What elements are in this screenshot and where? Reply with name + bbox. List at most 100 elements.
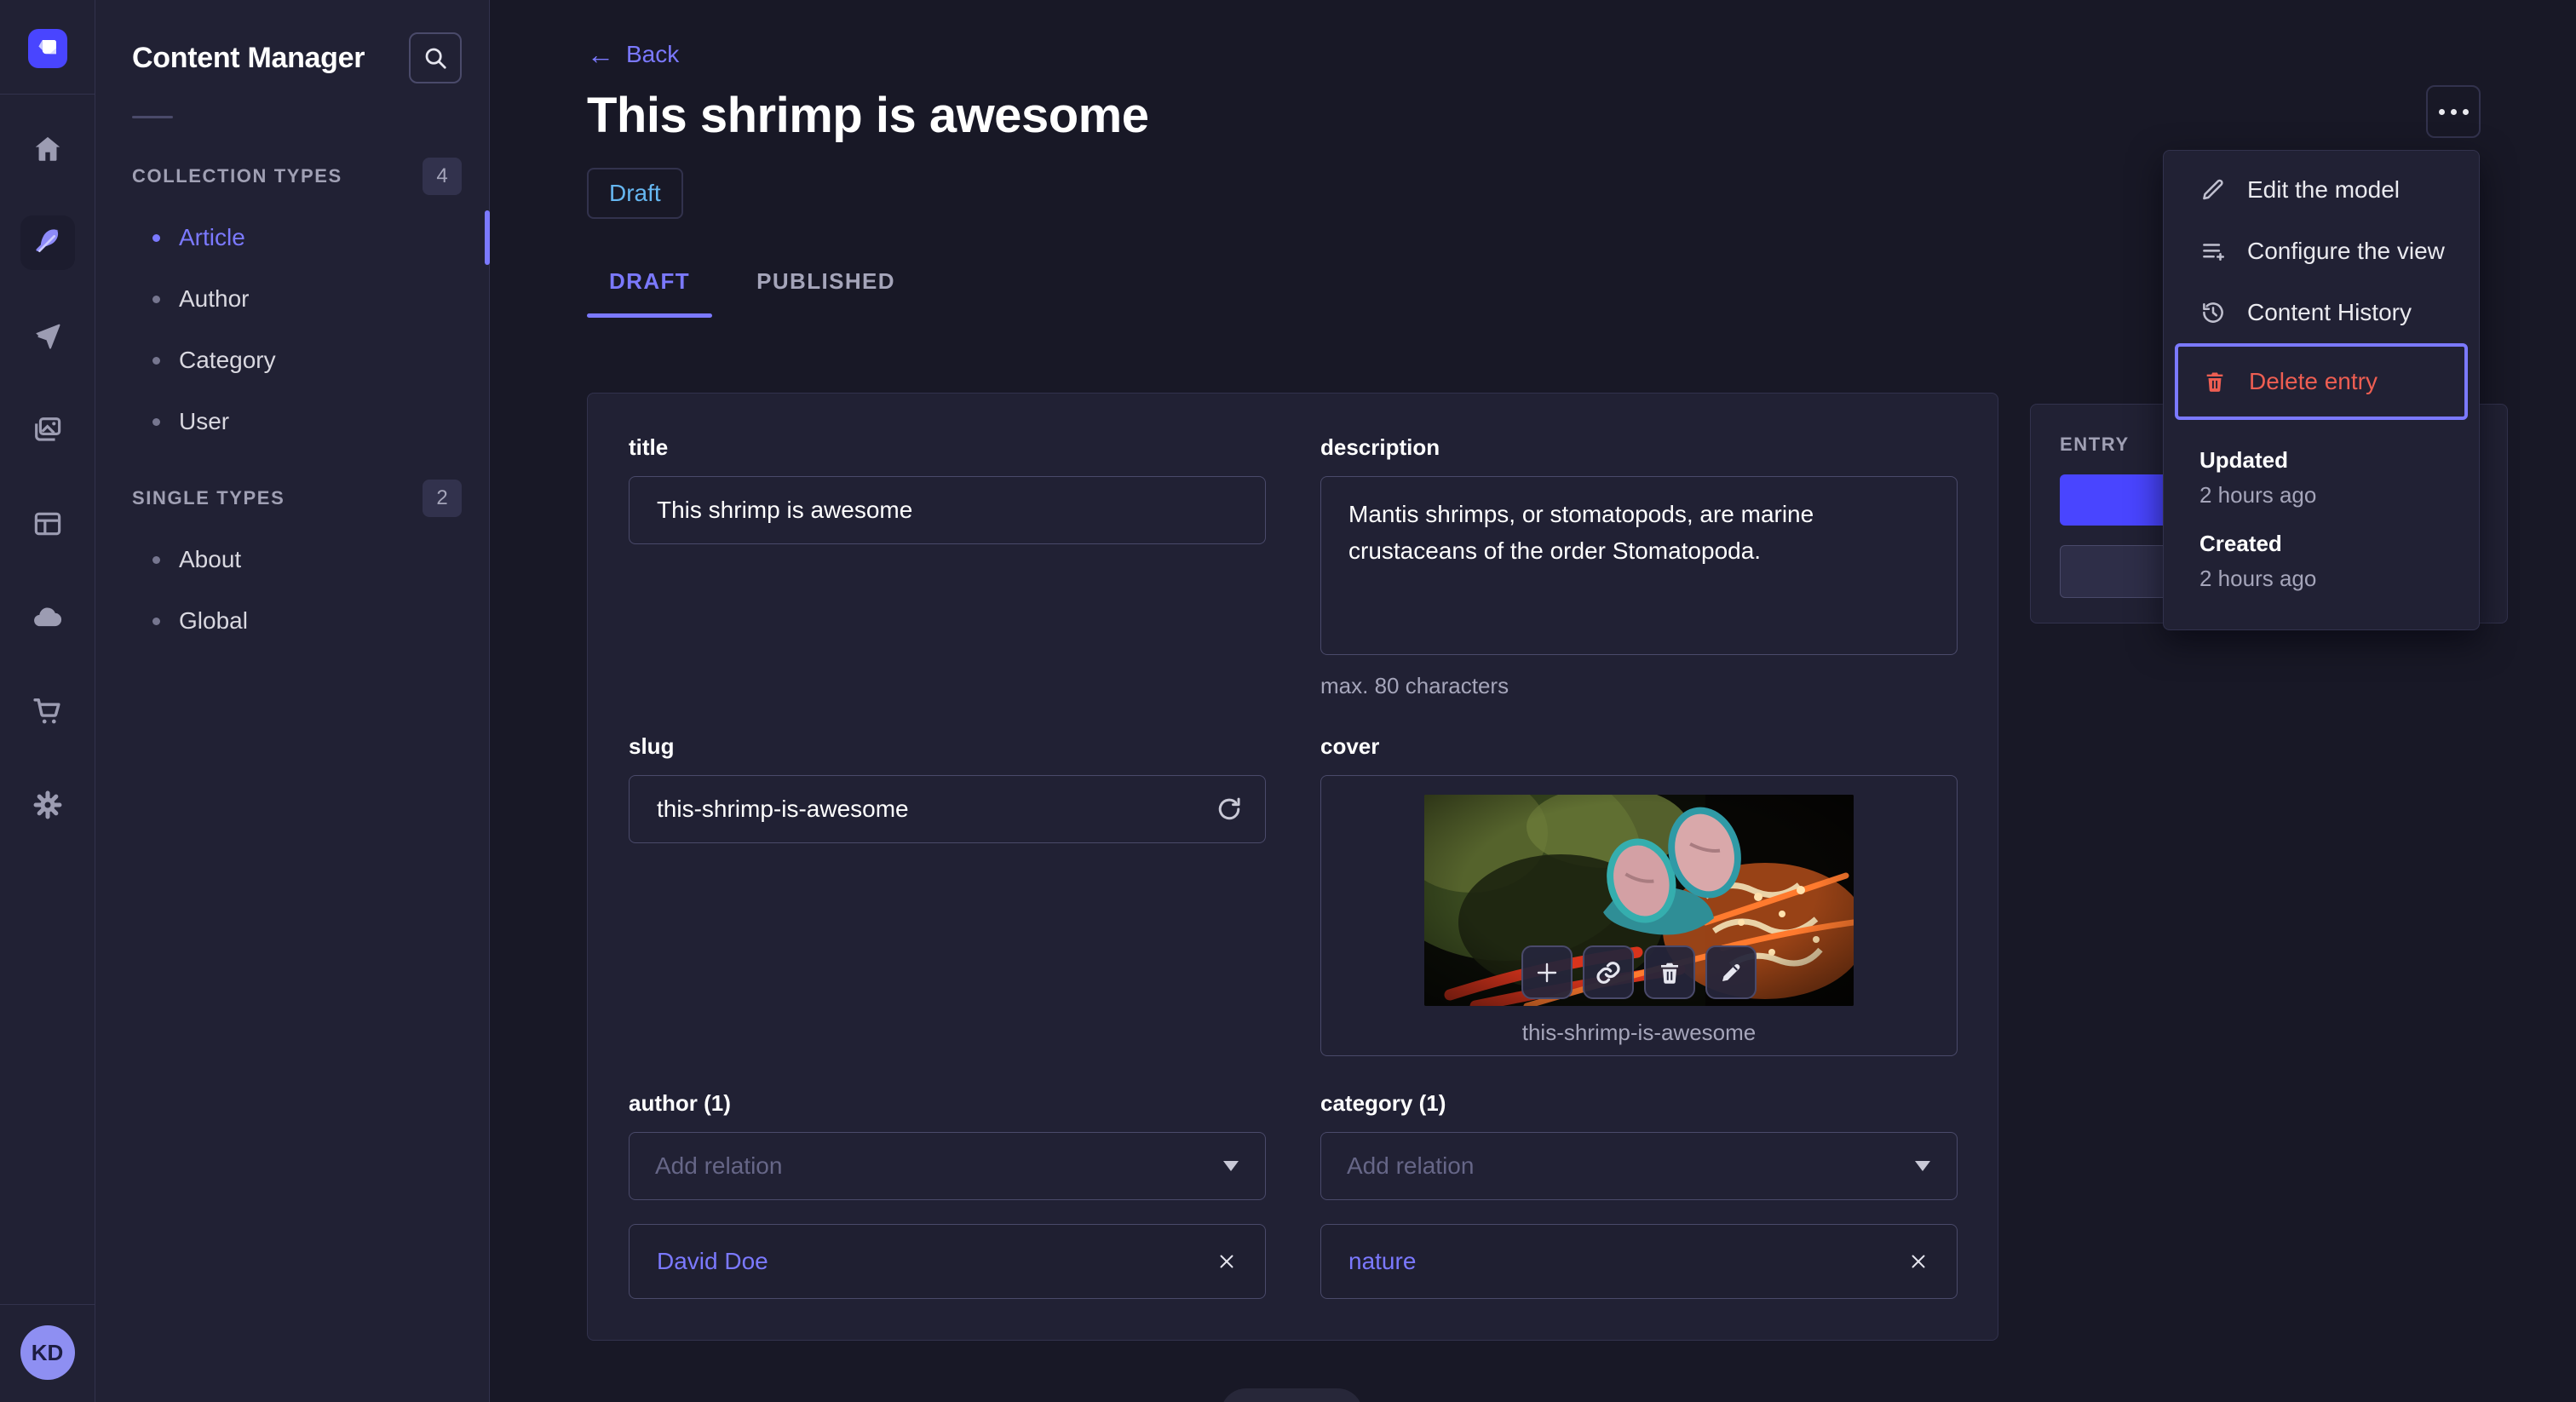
tab-active-underline — [587, 313, 713, 318]
created-value: 2 hours ago — [2199, 566, 2317, 591]
nav-item-label: About — [179, 546, 242, 572]
rail-divider — [0, 94, 95, 95]
section-label: SINGLE TYPES — [132, 487, 285, 509]
rail-bottom: KD — [0, 1304, 95, 1402]
updated-info: Updated 2 hours ago — [2199, 447, 2479, 509]
remove-category-relation-icon[interactable] — [1907, 1250, 1929, 1273]
menu-info: Updated 2 hours ago Created 2 hours ago — [2164, 420, 2479, 592]
bullet-icon — [152, 617, 160, 625]
field-title: title — [629, 434, 1266, 699]
sidebar-item-global[interactable]: Global — [95, 590, 489, 652]
sidebar-item-user[interactable]: User — [95, 391, 489, 452]
collapsed-bottom-button[interactable] — [1221, 1388, 1363, 1402]
strapi-logo[interactable] — [27, 29, 67, 68]
tab-published-label: PUBLISHED — [756, 268, 895, 294]
remove-author-relation-icon[interactable] — [1216, 1250, 1238, 1273]
chevron-down-icon — [1915, 1161, 1930, 1171]
link-icon — [1596, 961, 1620, 984]
title-input[interactable] — [629, 476, 1266, 544]
sidebar-item-article[interactable]: Article — [95, 207, 490, 268]
releases-icon[interactable] — [20, 309, 75, 364]
edit-form-card: title description Mantis shrimps, or sto… — [587, 393, 1998, 1341]
page-title: This shrimp is awesome — [587, 88, 1149, 143]
slug-label: slug — [629, 733, 675, 759]
category-relation-item: nature — [1320, 1224, 1958, 1299]
collection-types-section: COLLECTION TYPES 4 Article Author Catego… — [95, 158, 490, 452]
menu-item-edit-model[interactable]: Edit the model — [2164, 159, 2479, 221]
icon-sidebar: KD — [0, 0, 95, 1402]
description-hint: max. 80 characters — [1320, 673, 1509, 698]
regenerate-slug-icon[interactable] — [1215, 795, 1244, 824]
delete-asset-button[interactable] — [1644, 945, 1695, 999]
bullet-icon — [152, 417, 160, 426]
subnav-divider — [132, 116, 173, 118]
field-slug: slug — [629, 733, 1266, 1056]
cover-label: cover — [1320, 733, 1380, 759]
back-link[interactable]: ← Back — [587, 41, 679, 68]
created-info: Created 2 hours ago — [2199, 531, 2479, 592]
author-label: author (1) — [629, 1090, 731, 1116]
pencil-icon — [1722, 963, 1740, 981]
copy-link-button[interactable] — [1583, 945, 1634, 999]
menu-item-content-history[interactable]: Content History — [2164, 282, 2479, 343]
category-label: category (1) — [1320, 1090, 1446, 1116]
author-relation-link[interactable]: David Doe — [657, 1248, 768, 1275]
more-actions-menu: Edit the model Configure the view Conten… — [2163, 150, 2480, 630]
cover-actions — [1521, 945, 1757, 999]
description-label: description — [1320, 434, 1440, 460]
author-placeholder: Add relation — [655, 1152, 783, 1179]
updated-value: 2 hours ago — [2199, 482, 2317, 508]
settings-gear-icon[interactable] — [20, 778, 75, 832]
content-type-builder-icon[interactable] — [20, 497, 75, 551]
delete-entry-focus-ring: Delete entry — [2175, 343, 2468, 420]
title-label: title — [629, 434, 669, 460]
app-root: KD Content Manager COLLECTION TYPES 4 Ar… — [0, 0, 2576, 1402]
nav-item-label: Category — [179, 347, 276, 373]
marketplace-cart-icon[interactable] — [20, 684, 75, 738]
tab-published[interactable]: PUBLISHED — [734, 268, 917, 318]
back-arrow-icon: ← — [587, 39, 614, 70]
created-label: Created — [2199, 531, 2282, 556]
section-label: COLLECTION TYPES — [132, 165, 342, 187]
rail-bottom-divider — [0, 1304, 95, 1305]
media-library-icon[interactable] — [20, 403, 75, 457]
status-badge: Draft — [587, 168, 683, 219]
category-relation-link[interactable]: nature — [1348, 1248, 1416, 1275]
content-manager-icon[interactable] — [20, 215, 75, 270]
edit-asset-button[interactable] — [1705, 945, 1757, 999]
home-icon[interactable] — [20, 122, 75, 176]
search-button[interactable] — [409, 32, 462, 83]
bullet-icon — [152, 295, 160, 303]
single-types-section: SINGLE TYPES 2 About Global — [95, 480, 489, 652]
cover-box: this-shrimp-is-awesome — [1320, 775, 1958, 1056]
sidebar-item-about[interactable]: About — [95, 529, 489, 590]
category-relation-combobox[interactable]: Add relation — [1320, 1132, 1958, 1200]
nav-item-label: Article — [179, 224, 245, 250]
tab-draft[interactable]: DRAFT — [587, 268, 713, 318]
tab-draft-label: DRAFT — [609, 268, 691, 294]
bullet-icon — [152, 356, 160, 365]
chevron-down-icon — [1223, 1161, 1239, 1171]
user-avatar[interactable]: KD — [20, 1325, 75, 1380]
main-content: ← Back This shrimp is awesome Draft DRAF… — [490, 0, 2576, 1402]
section-count-badge: 2 — [423, 480, 462, 517]
trash-icon — [2201, 370, 2228, 394]
configure-list-icon — [2199, 238, 2227, 264]
slug-input[interactable] — [629, 775, 1266, 843]
add-asset-button[interactable] — [1521, 945, 1573, 999]
field-description: description Mantis shrimps, or stomatopo… — [1320, 434, 1958, 699]
sidebar-item-author[interactable]: Author — [95, 268, 489, 330]
sidebar-item-category[interactable]: Category — [95, 330, 489, 391]
deploy-cloud-icon[interactable] — [20, 590, 75, 645]
nav-item-label: Author — [179, 285, 250, 312]
menu-item-configure-view[interactable]: Configure the view — [2164, 221, 2479, 282]
more-actions-button[interactable] — [2426, 85, 2481, 138]
history-clock-icon — [2199, 300, 2227, 325]
author-relation-combobox[interactable]: Add relation — [629, 1132, 1266, 1200]
updated-label: Updated — [2199, 447, 2288, 473]
menu-item-delete-entry[interactable]: Delete entry — [2178, 347, 2464, 417]
bullet-icon — [152, 555, 160, 564]
description-textarea[interactable]: Mantis shrimps, or stomatopods, are mari… — [1320, 476, 1958, 655]
search-icon — [425, 48, 446, 69]
menu-item-label: Edit the model — [2247, 176, 2400, 203]
